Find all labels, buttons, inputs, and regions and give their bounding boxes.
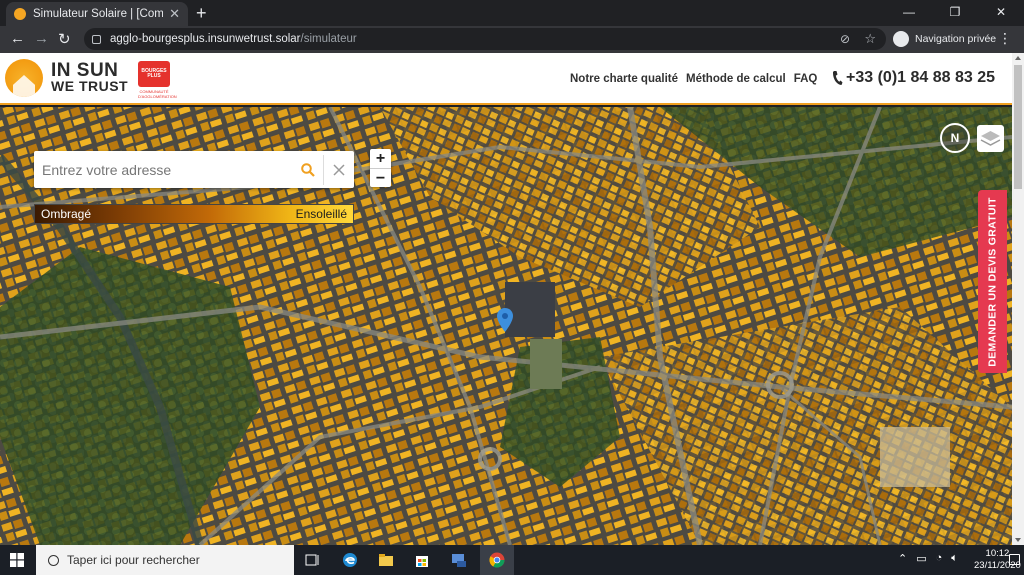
request-quote-label: DEMANDER UN DEVIS GRATUIT bbox=[986, 196, 999, 367]
compass-icon[interactable]: N bbox=[940, 123, 970, 153]
notification-icon[interactable] bbox=[1009, 554, 1020, 565]
lock-icon bbox=[92, 34, 101, 44]
brand-line2: WE TRUST bbox=[51, 78, 129, 94]
chrome-icon bbox=[489, 552, 505, 568]
zoom-control: + − bbox=[370, 149, 391, 187]
edge-icon[interactable] bbox=[342, 552, 358, 568]
brand-line1: IN SUN bbox=[51, 60, 119, 81]
file-explorer-icon[interactable] bbox=[378, 552, 394, 568]
task-view-icon[interactable] bbox=[305, 552, 321, 568]
menu-icon[interactable]: ⋮ bbox=[998, 31, 1012, 46]
phone-number[interactable]: +33 (0)1 84 88 83 25 bbox=[832, 69, 995, 87]
address-search-input[interactable] bbox=[34, 151, 293, 188]
taskbar-search-icon bbox=[48, 554, 59, 566]
partner-subtitle: COMMUNAUTÉ D'AGGLOMÉRATION bbox=[138, 89, 177, 99]
wifi-icon[interactable]: ◔ bbox=[936, 552, 943, 565]
scroll-down-icon[interactable] bbox=[1015, 538, 1021, 542]
zoom-in-button[interactable]: + bbox=[370, 149, 391, 168]
battery-icon[interactable]: ▭ bbox=[916, 552, 926, 565]
taskbar-search-placeholder: Taper ici pour rechercher bbox=[67, 553, 200, 567]
volume-icon[interactable]: 🔈︎ bbox=[951, 552, 958, 565]
maximize-icon[interactable]: ❐ bbox=[932, 0, 978, 26]
location-pin-icon[interactable] bbox=[496, 307, 514, 333]
forward-icon[interactable]: → bbox=[34, 30, 49, 47]
tray-chevron-icon[interactable]: ⌃ bbox=[898, 552, 907, 565]
partner-name: BOURGES PLUS bbox=[138, 61, 170, 87]
url-host: agglo-bourgesplus.insunwetrust.solar bbox=[110, 33, 301, 45]
eye-off-icon[interactable]: ⊘ bbox=[840, 32, 850, 46]
private-mode-indicator[interactable]: Navigation privée bbox=[893, 29, 996, 49]
windows-taskbar: Taper ici pour rechercher ⌃ ▭ ◔ 🔈︎ 10:12… bbox=[0, 545, 1024, 575]
reload-icon[interactable]: ↻ bbox=[58, 30, 71, 48]
system-tray: ⌃ ▭ ◔ 🔈︎ bbox=[898, 552, 958, 565]
tab-title: Simulateur Solaire | [Communauté bbox=[33, 8, 164, 20]
brand-logo[interactable]: IN SUN WE TRUST bbox=[51, 60, 129, 94]
phone-icon bbox=[832, 71, 843, 85]
browser-tab[interactable]: Simulateur Solaire | [Communauté ✕ bbox=[6, 2, 188, 26]
bookmark-star-icon[interactable]: ☆ bbox=[864, 31, 876, 47]
page-scrollbar[interactable] bbox=[1012, 53, 1024, 545]
nav-methode-calcul[interactable]: Méthode de calcul bbox=[686, 73, 786, 85]
nav-charte-qualite[interactable]: Notre charte qualité bbox=[570, 73, 678, 85]
chrome-taskbar-slot[interactable] bbox=[480, 545, 514, 575]
favicon-icon bbox=[14, 8, 26, 20]
search-icon[interactable] bbox=[293, 151, 323, 188]
solar-map[interactable]: + − Ombragé Ensoleillé N DEMANDER UN DEV… bbox=[0, 107, 1012, 545]
request-quote-button[interactable]: DEMANDER UN DEVIS GRATUIT bbox=[978, 190, 1007, 373]
windows-start-icon[interactable] bbox=[10, 553, 24, 567]
site-header: IN SUN WE TRUST BOURGES PLUS COMMUNAUTÉ … bbox=[0, 53, 1012, 105]
main-nav: Notre charte qualité Méthode de calcul F… bbox=[570, 73, 825, 85]
phone-text: +33 (0)1 84 88 83 25 bbox=[846, 69, 996, 86]
window-controls: — ❐ ✕ bbox=[886, 0, 1024, 26]
taskbar-search[interactable]: Taper ici pour rechercher bbox=[36, 545, 294, 575]
legend-sunny-label: Ensoleillé bbox=[295, 207, 347, 221]
minimize-icon[interactable]: — bbox=[886, 0, 932, 26]
legend-shaded-label: Ombragé bbox=[41, 207, 92, 221]
scroll-up-icon[interactable] bbox=[1015, 56, 1021, 60]
store-icon[interactable] bbox=[414, 552, 430, 568]
close-window-icon[interactable]: ✕ bbox=[978, 0, 1024, 26]
url-path: /simulateur bbox=[300, 33, 357, 45]
close-tab-icon[interactable]: ✕ bbox=[169, 6, 180, 22]
address-bar[interactable]: agglo-bourgesplus.insunwetrust.solar/sim… bbox=[84, 28, 886, 50]
browser-toolbar: ← → ↻ agglo-bourgesplus.insunwetrust.sol… bbox=[0, 26, 1024, 53]
sunshine-legend: Ombragé Ensoleillé bbox=[34, 204, 354, 224]
browser-tabbar: Simulateur Solaire | [Communauté ✕ + — ❐… bbox=[0, 0, 1024, 26]
incognito-icon bbox=[893, 31, 909, 47]
scrollbar-thumb[interactable] bbox=[1014, 65, 1022, 189]
back-icon[interactable]: ← bbox=[10, 30, 25, 47]
zoom-out-button[interactable]: − bbox=[370, 168, 391, 187]
new-tab-button[interactable]: + bbox=[196, 3, 207, 24]
layers-icon[interactable] bbox=[977, 125, 1004, 152]
network-app-icon[interactable] bbox=[451, 552, 467, 568]
sun-logo-icon[interactable] bbox=[5, 59, 43, 97]
address-search-box bbox=[34, 151, 354, 188]
partner-logo: BOURGES PLUS COMMUNAUTÉ D'AGGLOMÉRATION bbox=[138, 61, 177, 99]
clear-icon[interactable] bbox=[324, 151, 354, 188]
nav-faq[interactable]: FAQ bbox=[794, 73, 818, 85]
private-label: Navigation privée bbox=[915, 33, 997, 45]
